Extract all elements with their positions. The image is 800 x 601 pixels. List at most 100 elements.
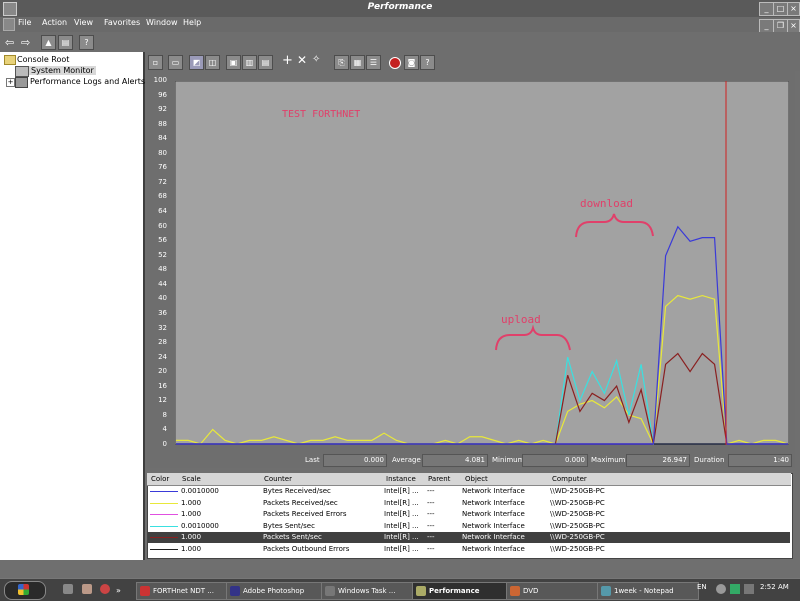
view-report-icon[interactable]: ▤: [258, 55, 273, 70]
view-log-data-icon[interactable]: ◫: [205, 55, 220, 70]
task-notepad[interactable]: 1week - Notepad: [597, 582, 699, 600]
child-minimize-button[interactable]: _: [759, 19, 774, 33]
close-button[interactable]: ×: [787, 2, 800, 16]
legend-cell-object: Network Interface: [462, 533, 525, 541]
task-windows-task-manager[interactable]: Windows Task ...: [321, 582, 423, 600]
quicklaunch-folder-icon[interactable]: [82, 584, 92, 594]
clock[interactable]: 2:52 AM: [760, 583, 789, 591]
menu-help[interactable]: Help: [183, 18, 201, 27]
annotation-upload: upload: [501, 313, 541, 326]
view-graph-icon[interactable]: ▣: [226, 55, 241, 70]
minimize-button[interactable]: _: [759, 2, 774, 16]
task-dvd[interactable]: DVD: [506, 582, 604, 600]
y-tick-label: 24: [158, 352, 167, 361]
console-tree: [0, 52, 145, 560]
help-icon-monitor[interactable]: ?: [420, 55, 435, 70]
logs-icon: [15, 77, 28, 88]
delete-counter-icon[interactable]: ✕: [297, 53, 307, 67]
help-icon[interactable]: ?: [79, 35, 94, 50]
stat-duration-value: 1:40: [728, 454, 792, 467]
properties-icon[interactable]: ☰: [366, 55, 381, 70]
tray-network-icon[interactable]: [730, 584, 740, 594]
view-current-activity-icon[interactable]: ◩: [189, 55, 204, 70]
legend-cell-object: Network Interface: [462, 521, 525, 530]
y-tick-label: 20: [158, 367, 167, 376]
col-computer[interactable]: Computer: [552, 475, 587, 483]
legend-cell-scale: 0.0010000: [181, 487, 219, 495]
maximize-button[interactable]: □: [773, 2, 788, 16]
legend-cell-parent: ---: [427, 510, 435, 518]
y-tick-label: 52: [158, 250, 167, 259]
legend-cell-scale: 1.000: [181, 544, 202, 553]
quicklaunch-desktop-icon[interactable]: [63, 584, 73, 594]
menu-favorites[interactable]: Favorites: [104, 18, 140, 27]
legend-row[interactable]: 1.000 Packets Sent/sec Intel[R] ... --- Netw…: [148, 532, 790, 543]
col-instance[interactable]: Instance: [386, 475, 416, 483]
console-icon[interactable]: [3, 18, 15, 31]
clear-display-icon[interactable]: ▭: [168, 55, 183, 70]
forward-arrow-icon[interactable]: ⇨: [21, 36, 30, 49]
col-scale[interactable]: Scale: [182, 475, 201, 483]
update-data-icon[interactable]: ◙: [404, 55, 419, 70]
task-adobe-photoshop[interactable]: Adobe Photoshop: [226, 582, 330, 600]
task-forthnet-ndt[interactable]: FORTHnet NDT ...: [136, 582, 234, 600]
legend-row[interactable]: 1.000 Packets Outbound Errors Intel[R] ...…: [148, 544, 790, 555]
task-icon: [325, 586, 335, 596]
copy-properties-icon[interactable]: ⎘: [334, 55, 349, 70]
expand-plus-icon[interactable]: +: [6, 78, 15, 87]
back-arrow-icon[interactable]: ⇦: [5, 36, 14, 49]
menu-file[interactable]: File: [18, 18, 31, 27]
tree-item-console-root[interactable]: Console Root: [17, 55, 69, 64]
tray-arrow-icon[interactable]: [716, 584, 726, 594]
col-counter[interactable]: Counter: [264, 475, 292, 483]
col-parent[interactable]: Parent: [428, 475, 450, 483]
highlight-icon[interactable]: ✧: [312, 54, 320, 65]
legend-cell-computer: \\WD-250GB-PC: [550, 533, 605, 541]
view-histogram-icon[interactable]: ▥: [242, 55, 257, 70]
y-tick-label: 8: [162, 410, 167, 419]
child-restore-button[interactable]: ❐: [773, 19, 788, 33]
legend-cell-object: Network Interface: [462, 510, 525, 518]
col-object[interactable]: Object: [465, 475, 488, 483]
y-tick-label: 40: [158, 294, 167, 303]
legend-cell-scale: 1.000: [181, 498, 202, 507]
legend-cell-object: Network Interface: [462, 487, 525, 495]
y-tick-label: 96: [158, 90, 167, 99]
legend-cell-counter: Bytes Received/sec: [263, 487, 331, 495]
legend-cell-instance: Intel[R] ...: [384, 487, 419, 495]
legend-cell-instance: Intel[R] ...: [384, 533, 419, 541]
show-tree-icon[interactable]: ▤: [58, 35, 73, 50]
task-performance[interactable]: Performance: [412, 582, 514, 600]
legend-row[interactable]: 1.000 Packets Received/sec Intel[R] ... ---…: [148, 498, 790, 509]
stat-average-value: 4.081: [422, 454, 488, 467]
line-graph[interactable]: [175, 81, 789, 445]
tree-item-system-monitor[interactable]: System Monitor: [29, 66, 96, 75]
legend-row[interactable]: 1.000 Packets Received Errors Intel[R] ...…: [148, 509, 790, 520]
legend-cell-object: Network Interface: [462, 544, 525, 553]
y-tick-label: 48: [158, 265, 167, 274]
freeze-display-icon[interactable]: [389, 57, 401, 69]
new-counter-set-icon[interactable]: ▫: [148, 55, 163, 70]
legend-cell-parent: ---: [427, 487, 435, 495]
legend-row[interactable]: 0.0010000 Bytes Received/sec Intel[R] ... -…: [148, 486, 790, 497]
legend-cell-counter: Packets Sent/sec: [263, 533, 322, 541]
col-color[interactable]: Color: [151, 475, 169, 483]
menu-view[interactable]: View: [74, 18, 93, 27]
up-folder-icon[interactable]: ▲: [41, 35, 56, 50]
monitor-icon: [15, 66, 29, 77]
legend-cell-instance: Intel[R] ...: [384, 521, 419, 530]
menu-window[interactable]: Window: [146, 18, 178, 27]
menu-action[interactable]: Action: [42, 18, 67, 27]
add-counter-icon[interactable]: +: [282, 53, 293, 68]
paste-counter-list-icon[interactable]: ▦: [350, 55, 365, 70]
legend-row[interactable]: 0.0010000 Bytes Sent/sec Intel[R] ... --- Ne…: [148, 521, 790, 532]
console-toolbar: [0, 32, 800, 53]
quicklaunch-browser-icon[interactable]: [100, 584, 110, 594]
quicklaunch-more-icon[interactable]: »: [116, 586, 121, 595]
tray-volume-icon[interactable]: [744, 584, 754, 594]
legend-cell-computer: \\WD-250GB-PC: [550, 498, 605, 507]
tree-item-performance-logs[interactable]: Performance Logs and Alerts: [30, 77, 145, 86]
child-close-button[interactable]: ×: [787, 19, 800, 33]
language-indicator[interactable]: EN: [697, 583, 707, 591]
legend-color-swatch: [150, 537, 178, 538]
